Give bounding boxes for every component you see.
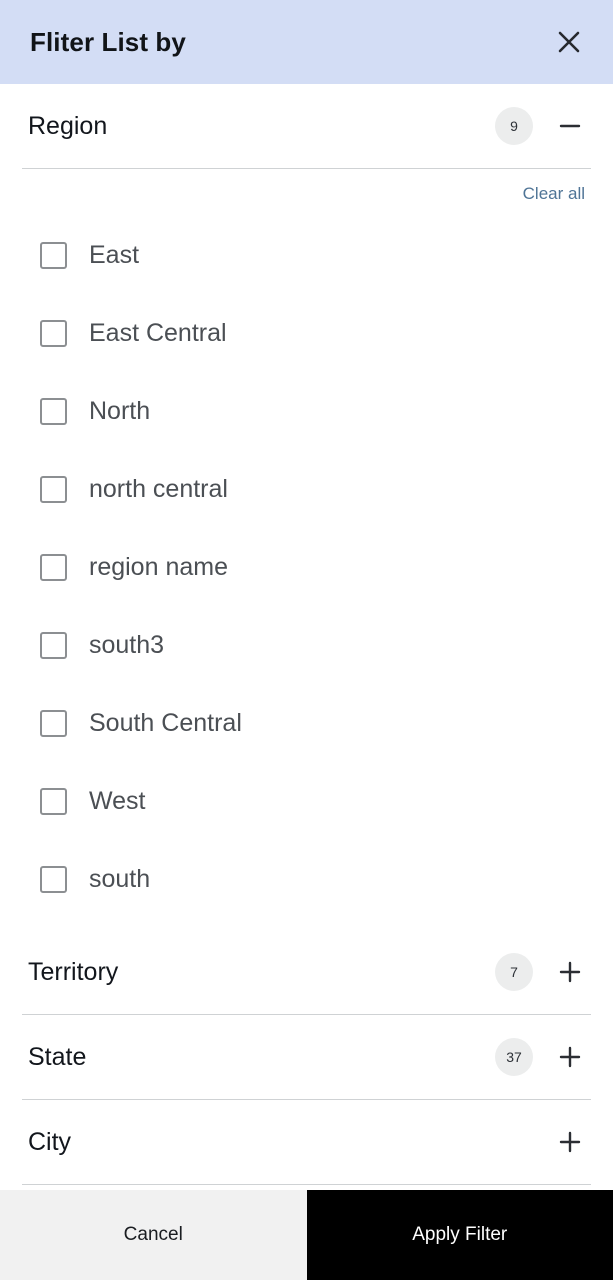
filter-section-territory: Territory 7 — [0, 930, 613, 1015]
list-item[interactable]: south3 — [0, 606, 613, 684]
checkbox-east-central[interactable] — [40, 319, 67, 347]
list-item-label: West — [89, 786, 146, 815]
list-item-label: north central — [89, 474, 228, 503]
minus-icon[interactable] — [549, 105, 591, 147]
panel-header: Fliter List by — [0, 0, 613, 84]
section-header-region[interactable]: Region 9 — [0, 84, 613, 168]
filter-section-state: State 37 — [0, 1015, 613, 1100]
divider — [22, 1184, 591, 1185]
checkbox-west[interactable] — [40, 787, 67, 815]
list-item-label: East — [89, 240, 140, 269]
checkbox-south-central[interactable] — [40, 709, 67, 737]
section-title-city: City — [28, 1127, 72, 1156]
list-item-label: south — [89, 864, 151, 893]
list-item-label: North — [89, 396, 151, 425]
section-title-region: Region — [28, 111, 108, 140]
section-header-territory[interactable]: Territory 7 — [0, 930, 613, 1014]
section-header-city[interactable]: City — [0, 1100, 613, 1184]
checkbox-east[interactable] — [40, 241, 67, 269]
section-title-territory: Territory — [28, 957, 119, 986]
checkbox-north-central[interactable] — [40, 475, 67, 503]
status-badge-region-count: 9 — [495, 107, 533, 145]
list-item[interactable]: East Central — [0, 294, 613, 372]
list-item[interactable]: south — [0, 840, 613, 918]
filter-section-city: City — [0, 1100, 613, 1185]
cancel-button[interactable]: Cancel — [0, 1190, 307, 1280]
list-item-label: region name — [89, 552, 228, 581]
close-icon — [554, 27, 584, 57]
checkbox-south3[interactable] — [40, 631, 67, 659]
list-item[interactable]: East — [0, 216, 613, 294]
list-item-label: South Central — [89, 708, 242, 737]
list-item[interactable]: north central — [0, 450, 613, 528]
page-title: Fliter List by — [30, 27, 186, 57]
apply-filter-button[interactable]: Apply Filter — [306, 1190, 613, 1280]
status-badge-territory-count: 7 — [495, 953, 533, 991]
plus-icon[interactable] — [549, 1036, 591, 1078]
checkbox-south[interactable] — [40, 865, 67, 893]
list-item[interactable]: West — [0, 762, 613, 840]
status-badge-state-count: 37 — [495, 1038, 533, 1076]
filter-section-region: Region 9 Clear all East East Central Nor… — [0, 84, 613, 930]
plus-icon[interactable] — [549, 1121, 591, 1163]
list-item-label: south3 — [89, 630, 165, 659]
section-header-state[interactable]: State 37 — [0, 1015, 613, 1099]
checkbox-region-name[interactable] — [40, 553, 67, 581]
region-option-list: East East Central North north central re… — [0, 206, 613, 922]
clear-all-link[interactable]: Clear all — [523, 185, 585, 202]
list-item-label: East Central — [89, 318, 227, 347]
panel-footer: Cancel Apply Filter — [0, 1190, 613, 1280]
close-button[interactable] — [547, 20, 591, 64]
filter-list-panel: Fliter List by Region 9 Clear all East E… — [0, 0, 613, 1280]
clear-all-row: Clear all — [0, 169, 613, 206]
plus-icon[interactable] — [549, 951, 591, 993]
list-item[interactable]: South Central — [0, 684, 613, 762]
list-item[interactable]: North — [0, 372, 613, 450]
checkbox-north[interactable] — [40, 397, 67, 425]
list-item[interactable]: region name — [0, 528, 613, 606]
section-content-region: Clear all East East Central North north … — [0, 169, 613, 930]
section-title-state: State — [28, 1042, 87, 1071]
filter-sections-list: Region 9 Clear all East East Central Nor… — [0, 84, 613, 1190]
